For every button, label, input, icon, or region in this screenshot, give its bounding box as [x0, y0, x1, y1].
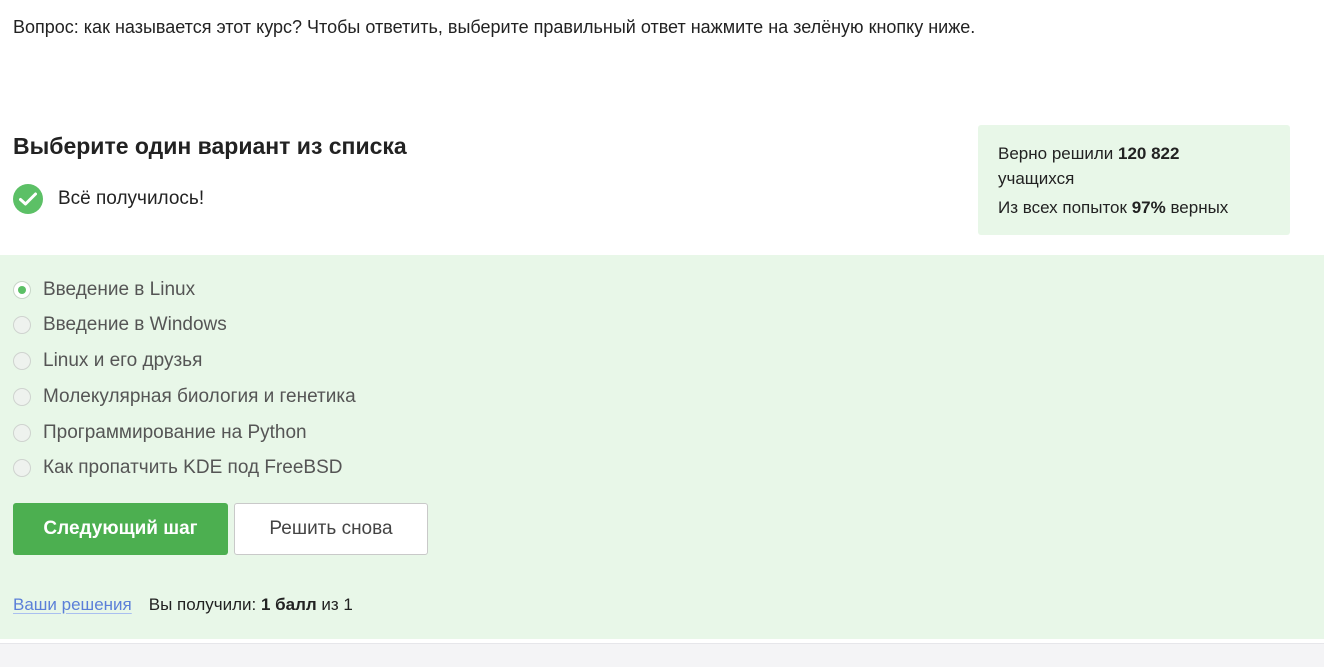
your-solutions-link[interactable]: Ваши решения: [13, 595, 132, 615]
stats-solved: Верно решили 120 822 учащихся: [998, 141, 1270, 191]
stats-solved-count: 120 822: [1118, 144, 1180, 163]
stats-percent-prefix: Из всех попыток: [998, 198, 1132, 217]
answer-area: Введение в Linux Введение в Windows Linu…: [0, 255, 1324, 639]
stats-percent-suffix: верных: [1165, 198, 1229, 217]
score-prefix: Вы получили:: [148, 595, 261, 614]
quiz-title: Выберите один вариант из списка: [13, 133, 407, 159]
stats-solved-prefix: Верно решили: [998, 144, 1118, 163]
score-text: Вы получили: 1 балл из 1: [149, 595, 353, 615]
stats-percent: Из всех попыток 97% верных: [998, 195, 1270, 220]
question-text: Вопрос: как называется этот курс? Чтобы …: [13, 17, 976, 37]
retry-button[interactable]: Решить снова: [234, 503, 428, 555]
score-value: 1 балл: [260, 595, 317, 614]
quiz-step-page: Вопрос: как называется этот курс? Чтобы …: [0, 0, 1324, 667]
score-suffix: из 1: [316, 595, 353, 614]
option-label: Молекулярная биология и генетика: [43, 386, 356, 407]
stats-percent-value: 97%: [1131, 198, 1166, 217]
bottom-strip: [0, 643, 1324, 667]
option-6[interactable]: Как пропатчить KDE под FreeBSD: [13, 456, 342, 480]
option-label: Как пропатчить KDE под FreeBSD: [43, 457, 343, 478]
radio[interactable]: [13, 424, 31, 442]
option-5[interactable]: Программирование на Python: [13, 421, 307, 445]
radio[interactable]: [13, 459, 31, 477]
radio[interactable]: [13, 316, 31, 334]
option-label: Введение в Linux: [43, 279, 196, 300]
option-2[interactable]: Введение в Windows: [13, 313, 227, 337]
option-4[interactable]: Молекулярная биология и генетика: [13, 385, 356, 409]
radio-dot-icon: [18, 286, 26, 294]
option-1[interactable]: Введение в Linux: [13, 278, 195, 302]
result-footer: Ваши решения Вы получили: 1 балл из 1: [13, 595, 353, 615]
option-3[interactable]: Linux и его друзья: [13, 349, 202, 373]
checkmark-icon: [13, 184, 43, 214]
stats-panel: Верно решили 120 822 учащихся Из всех по…: [978, 125, 1290, 235]
stats-solved-suffix: учащихся: [998, 169, 1075, 188]
feedback-correct: Всё получилось!: [13, 184, 204, 214]
radio-selected[interactable]: [13, 281, 31, 299]
option-label: Linux и его друзья: [43, 350, 203, 371]
option-label: Программирование на Python: [43, 422, 307, 443]
option-label: Введение в Windows: [43, 314, 227, 335]
feedback-text: Всё получилось!: [58, 188, 205, 209]
next-step-button[interactable]: Следующий шаг: [13, 503, 228, 555]
radio[interactable]: [13, 352, 31, 370]
radio[interactable]: [13, 388, 31, 406]
